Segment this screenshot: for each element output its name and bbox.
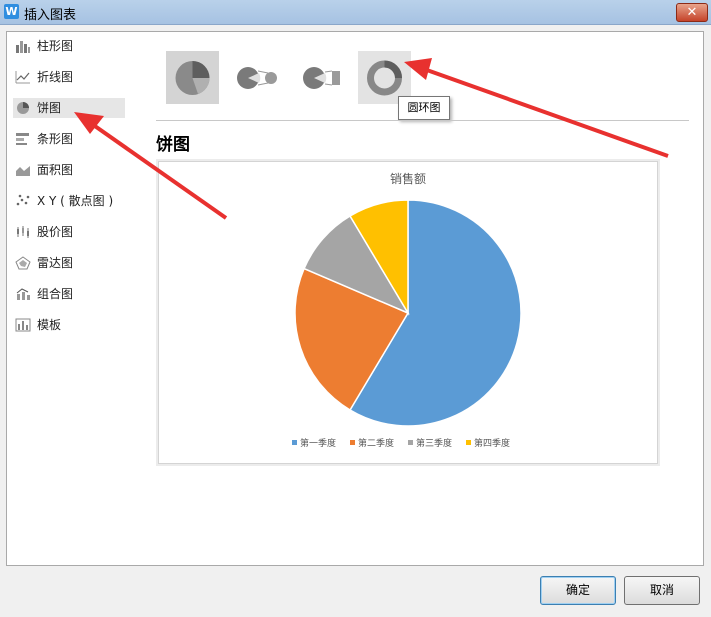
stock-chart-icon [17, 226, 29, 238]
bar-chart-icon [16, 41, 30, 53]
legend-swatch [408, 440, 413, 445]
line-chart-icon [15, 71, 30, 84]
chart-options-panel: 圆环图 饼图 销售额 第一季度 第二季度 第三季度 第四季度 [138, 31, 704, 566]
sidebar-item-label: 组合图 [37, 287, 74, 301]
chart-preview: 销售额 第一季度 第二季度 第三季度 第四季度 [158, 161, 658, 464]
sidebar-item-combo[interactable]: 组合图 [13, 284, 125, 304]
legend-label: 第二季度 [358, 437, 394, 449]
sidebar-item-label: 条形图 [37, 132, 74, 146]
radar-chart-icon [15, 256, 31, 270]
divider [156, 120, 689, 121]
legend-label: 第三季度 [416, 437, 452, 449]
sidebar-item-label: 饼图 [37, 101, 62, 115]
sidebar-item-radar[interactable]: 雷达图 [13, 253, 125, 273]
sidebar-item-label: X Y ( 散点图 ) [37, 194, 114, 208]
bar-of-pie-icon [303, 67, 340, 89]
sidebar-item-area[interactable]: 面积图 [13, 160, 125, 180]
pie-of-pie-icon [237, 67, 277, 89]
section-title: 饼图 [156, 135, 190, 155]
sidebar-item-template[interactable]: 模板 [13, 315, 125, 335]
sidebar-item-label: 柱形图 [37, 39, 74, 53]
sidebar-item-pie[interactable]: 饼图 [13, 98, 125, 118]
sidebar-item-bar[interactable]: 条形图 [13, 129, 125, 149]
sidebar-item-label: 模板 [37, 318, 62, 332]
legend-label: 第一季度 [300, 437, 336, 449]
sidebar-item-line[interactable]: 折线图 [13, 67, 125, 87]
legend-swatch [292, 440, 297, 445]
sidebar-item-stock[interactable]: 股价图 [13, 222, 125, 242]
sidebar-item-scatter[interactable]: X Y ( 散点图 ) [13, 191, 125, 211]
area-chart-icon [16, 166, 30, 176]
pie-chart-svg: 销售额 第一季度 第二季度 第三季度 第四季度 [292, 171, 522, 449]
pie-slices [294, 199, 522, 427]
sidebar-item-label: 面积图 [37, 163, 74, 177]
legend-swatch [466, 440, 471, 445]
horizontal-bar-icon [16, 133, 29, 145]
pie-icon [175, 61, 210, 95]
sidebar-item-label: 股价图 [37, 225, 74, 239]
doughnut-tooltip: 圆环图 [398, 96, 450, 120]
sidebar-item-column[interactable]: 柱形图 [13, 36, 125, 56]
window-title: 插入图表 [24, 8, 77, 23]
sidebar-item-label: 雷达图 [37, 256, 74, 270]
subtype-pie-of-pie[interactable] [230, 51, 283, 104]
scatter-chart-icon [16, 194, 30, 206]
ok-button[interactable]: 确定 [540, 576, 616, 605]
subtype-bar-of-pie[interactable] [294, 51, 347, 104]
wps-app-icon: W [4, 4, 19, 19]
template-icon [15, 318, 31, 332]
pie-chart-icon [17, 102, 29, 114]
chart-type-sidebar: 柱形图 折线图 饼图 条形图 面积图 X Y ( 散点图 ) 股价图 雷达图 组… [6, 31, 139, 566]
sidebar-item-label: 折线图 [37, 70, 74, 84]
legend-label: 第四季度 [474, 437, 510, 449]
close-button[interactable]: ✕ [676, 3, 708, 22]
chart-legend: 第一季度 第二季度 第三季度 第四季度 [292, 437, 510, 449]
cancel-button[interactable]: 取消 [624, 576, 700, 605]
dialog-body: 柱形图 折线图 饼图 条形图 面积图 X Y ( 散点图 ) 股价图 雷达图 组… [0, 25, 711, 617]
subtype-pie[interactable] [166, 51, 219, 104]
title-bar: W 插入图表 ✕ [0, 0, 711, 25]
legend-swatch [350, 440, 355, 445]
combo-chart-icon [16, 288, 30, 300]
chart-title: 销售额 [390, 171, 426, 186]
